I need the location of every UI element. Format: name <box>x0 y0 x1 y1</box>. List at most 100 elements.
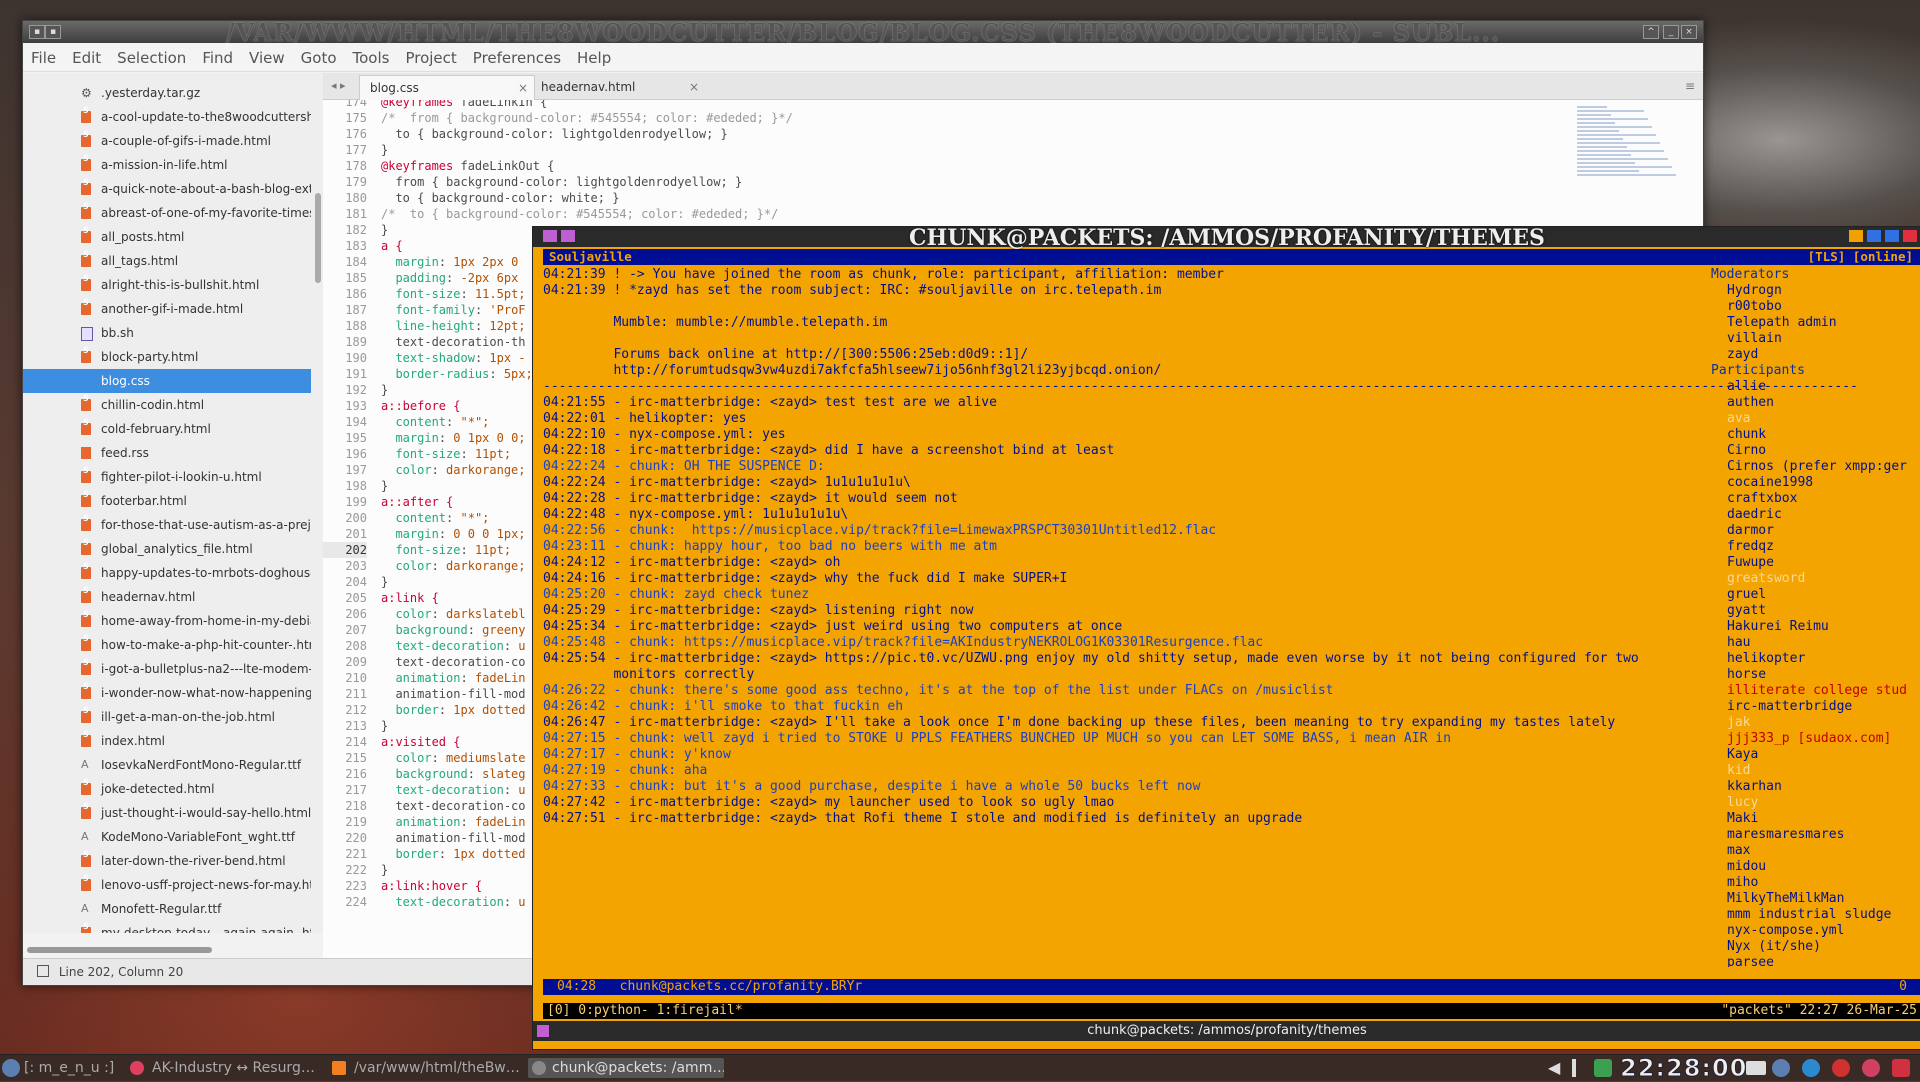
file-tree-item[interactable]: lenovo-usff-project-news-for-may.html <box>23 873 311 897</box>
roster-occupant[interactable]: Nyx (it/she) <box>1727 939 1821 955</box>
roster-occupant[interactable]: fredqz <box>1727 539 1774 555</box>
task-menu[interactable]: [: m_e_n_u :] <box>24 1058 124 1078</box>
file-tree-item[interactable]: bb.sh <box>23 321 311 345</box>
menu-item-find[interactable]: Find <box>194 43 241 73</box>
roster-occupant[interactable]: Maki <box>1727 811 1758 827</box>
file-tree-item[interactable]: a-couple-of-gifs-i-made.html <box>23 129 311 153</box>
roster-occupant[interactable]: helikopter <box>1727 651 1805 667</box>
file-tree-item[interactable]: another-gif-i-made.html <box>23 297 311 321</box>
battery-icon[interactable] <box>1594 1059 1612 1077</box>
file-tree-item[interactable]: my-desktop-today---again-again-.html <box>23 921 311 933</box>
roster-occupant[interactable]: jak <box>1727 715 1750 731</box>
file-tree-item[interactable]: later-down-the-river-bend.html <box>23 849 311 873</box>
roster-occupant[interactable]: cocaine1998 <box>1727 475 1813 491</box>
roster-occupant[interactable]: parsee <box>1727 955 1774 967</box>
file-tree-item[interactable]: joke-detected.html <box>23 777 311 801</box>
roster-occupant[interactable]: MilkyTheMilkMan <box>1727 891 1844 907</box>
window-maximize-icon[interactable] <box>1885 230 1899 242</box>
window-shade-icon[interactable] <box>1849 230 1863 242</box>
roster-occupant[interactable]: horse <box>1727 667 1766 683</box>
roster-occupant[interactable]: daedric <box>1727 507 1782 523</box>
menu-item-view[interactable]: View <box>241 43 293 73</box>
tab-close-icon[interactable]: × <box>518 76 528 100</box>
menu-item-selection[interactable]: Selection <box>109 43 194 73</box>
roster-occupant[interactable]: kid <box>1727 763 1750 779</box>
roster-occupant[interactable]: authen <box>1727 395 1774 411</box>
volume-icon[interactable]: ◀ <box>1548 1059 1562 1077</box>
menu-item-file[interactable]: File <box>23 43 64 73</box>
roster-occupant[interactable]: Hydrogn <box>1727 283 1782 299</box>
window-sticky-icon[interactable]: ▪ <box>45 25 61 39</box>
sidebar-horizontal-scrollbar[interactable] <box>27 947 212 953</box>
file-tree-item[interactable]: a-quick-note-about-a-bash-blog-extensi <box>23 177 311 201</box>
roster-occupant[interactable]: craftxbox <box>1727 491 1797 507</box>
roster-occupant[interactable]: chunk <box>1727 427 1766 443</box>
window-minimize-icon[interactable]: _ <box>1663 25 1679 39</box>
file-tree-item[interactable]: index.html <box>23 729 311 753</box>
tab-blog-css[interactable]: blog.css × <box>359 75 535 100</box>
keyboard-icon[interactable] <box>1746 1061 1766 1075</box>
terminal-icon[interactable] <box>537 1025 549 1037</box>
file-tree-item[interactable]: block-party.html <box>23 345 311 369</box>
roster-occupant[interactable]: villain <box>1727 331 1782 347</box>
file-tree-item[interactable]: headernav.html <box>23 585 311 609</box>
file-tree-item[interactable]: i-got-a-bulletplus-na2---lte-modem-rout <box>23 657 311 681</box>
chat-log[interactable]: 04:21:39 ! -> You have joined the room a… <box>543 267 1858 826</box>
roster-occupant[interactable]: kkarhan <box>1727 779 1782 795</box>
tmux-windows[interactable]: [0] 0:python- 1:firejail* <box>547 1003 743 1019</box>
roster-occupant[interactable]: zayd <box>1727 347 1758 363</box>
menu-item-project[interactable]: Project <box>397 43 464 73</box>
file-tree-item[interactable]: all_tags.html <box>23 249 311 273</box>
roster-occupant[interactable]: illiterate college stud <box>1727 683 1907 699</box>
window-shade-icon[interactable]: ^ <box>1643 25 1659 39</box>
file-tree-item[interactable]: A Monofett-Regular.ttf <box>23 897 311 921</box>
task-sublime[interactable]: /var/www/html/theBw… <box>354 1058 520 1078</box>
file-tree-item[interactable]: alright-this-is-bullshit.html <box>23 273 311 297</box>
refresh-icon[interactable] <box>1802 1059 1820 1077</box>
roster-occupant[interactable]: mmm industrial sludge <box>1727 907 1891 923</box>
roster-occupant[interactable]: r00tobo <box>1727 299 1782 315</box>
app-launcher-icon[interactable] <box>2 1059 20 1077</box>
file-tree-item[interactable]: ⚙ .yesterday.tar.gz <box>23 81 311 105</box>
roster-occupant[interactable]: hau <box>1727 635 1750 651</box>
file-tree-item[interactable]: chillin-codin.html <box>23 393 311 417</box>
file-tree-item[interactable]: home-away-from-home-in-my-debian-1 <box>23 609 311 633</box>
file-tree-item[interactable]: footerbar.html <box>23 489 311 513</box>
file-tree-item[interactable]: global_analytics_file.html <box>23 537 311 561</box>
menu-item-tools[interactable]: Tools <box>345 43 398 73</box>
file-tree-item[interactable]: abreast-of-one-of-my-favorite-times-of- <box>23 201 311 225</box>
file-tree-item[interactable]: just-thought-i-would-say-hello.html <box>23 801 311 825</box>
roster-occupant[interactable]: Fuwupe <box>1727 555 1774 571</box>
file-tree-item[interactable]: cold-february.html <box>23 417 311 441</box>
tab-overflow-menu-icon[interactable]: ≡ <box>1685 77 1695 95</box>
roster-occupant[interactable]: gyatt <box>1727 603 1766 619</box>
roster-occupant[interactable]: midou <box>1727 859 1766 875</box>
logout-icon[interactable] <box>1862 1059 1880 1077</box>
menu-item-help[interactable]: Help <box>569 43 619 73</box>
roster-occupant[interactable]: Hakurei Reimu <box>1727 619 1829 635</box>
roster-occupant[interactable]: Kaya <box>1727 747 1758 763</box>
window-minimize-icon[interactable] <box>1867 230 1881 242</box>
task-browser[interactable]: AK-Industry ↔ Resurg… <box>152 1058 324 1078</box>
roster-occupant[interactable]: allie <box>1727 379 1766 395</box>
roster-occupant[interactable]: irc-matterbridge <box>1727 699 1852 715</box>
tab-headernav-html[interactable]: headernav.html × <box>531 75 705 99</box>
file-tree-item[interactable]: a-mission-in-life.html <box>23 153 311 177</box>
tab-nav-arrows-icon[interactable]: ◂ ▸ <box>331 77 346 95</box>
power-icon[interactable] <box>1832 1059 1850 1077</box>
menu-item-goto[interactable]: Goto <box>293 43 345 73</box>
file-tree-item[interactable]: i-wonder-now-what-now-happening-ho <box>23 681 311 705</box>
roster-occupant[interactable]: ava <box>1727 411 1750 427</box>
file-tree-item[interactable]: happy-updates-to-mrbots-doghouse.ht <box>23 561 311 585</box>
roster-occupant[interactable]: gruel <box>1727 587 1766 603</box>
file-tree-item[interactable]: for-those-that-use-autism-as-a-prejudici <box>23 513 311 537</box>
roster-occupant[interactable]: greatsword <box>1727 571 1805 587</box>
tab-close-icon[interactable]: × <box>689 75 699 99</box>
roster-occupant[interactable]: max <box>1727 843 1750 859</box>
file-tree-item[interactable]: A IosevkaNerdFontMono-Regular.ttf <box>23 753 311 777</box>
lock-icon[interactable] <box>1892 1059 1910 1077</box>
clock[interactable]: 22:28:00 <box>1619 1055 1747 1082</box>
file-tree-item[interactable]: how-to-make-a-php-hit-counter-.html <box>23 633 311 657</box>
menu-item-edit[interactable]: Edit <box>64 43 109 73</box>
file-tree-item[interactable]: ill-get-a-man-on-the-job.html <box>23 705 311 729</box>
